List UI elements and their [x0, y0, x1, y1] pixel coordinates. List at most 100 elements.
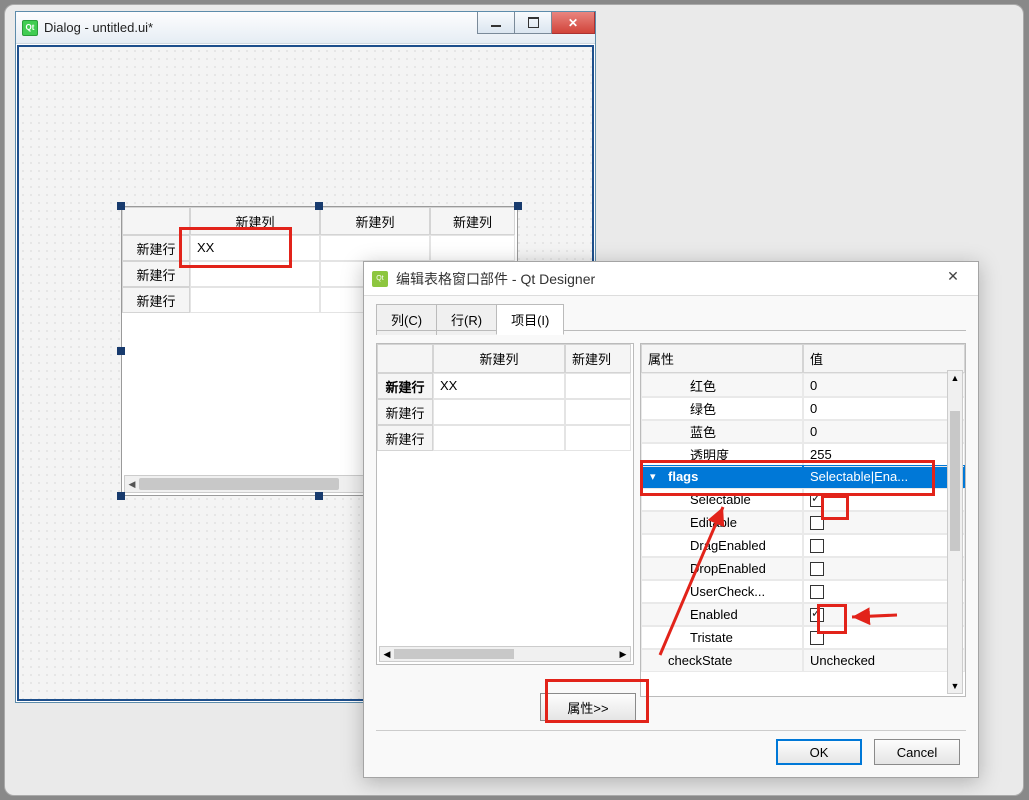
prop-label: Editable: [641, 511, 803, 534]
checkbox-icon[interactable]: [810, 562, 824, 576]
prop-label: DragEnabled: [641, 534, 803, 557]
resize-handle[interactable]: [117, 202, 125, 210]
checkbox-icon[interactable]: [810, 631, 824, 645]
prop-row-usercheck[interactable]: UserCheck...: [641, 580, 965, 603]
checkbox-icon[interactable]: [810, 539, 824, 553]
prop-row-red[interactable]: 红色 0: [641, 373, 965, 396]
prop-row-tristate[interactable]: Tristate: [641, 626, 965, 649]
cell-1-0[interactable]: [190, 261, 320, 287]
resize-handle[interactable]: [117, 347, 125, 355]
resize-handle[interactable]: [315, 492, 323, 500]
qt-designer-icon: [372, 271, 388, 287]
col-header-1[interactable]: 新建列: [320, 207, 430, 235]
resize-handle[interactable]: [315, 202, 323, 210]
row-header-1[interactable]: 新建行: [122, 261, 190, 287]
row-header-0[interactable]: 新建行: [122, 235, 190, 261]
properties-toggle-button[interactable]: 属性>>: [540, 693, 636, 721]
prop-header-name[interactable]: 属性: [641, 344, 803, 373]
col-header-2[interactable]: 新建列: [430, 207, 515, 235]
modal-cell-0-1[interactable]: [565, 373, 631, 399]
scroll-up-icon[interactable]: ▲: [948, 371, 962, 385]
modal-row-header-1[interactable]: 新建行: [377, 399, 433, 425]
prop-label: checkState: [641, 649, 803, 672]
prop-row-editable[interactable]: Editable: [641, 511, 965, 534]
prop-row-selectable[interactable]: Selectable: [641, 488, 965, 511]
modal-title: 编辑表格窗口部件 - Qt Designer: [396, 269, 595, 289]
checkbox-icon[interactable]: [810, 516, 824, 530]
scroll-thumb[interactable]: [139, 478, 339, 490]
prop-row-enabled[interactable]: Enabled: [641, 603, 965, 626]
prop-value[interactable]: [803, 534, 965, 557]
modal-cell-0-0[interactable]: XX: [433, 373, 565, 399]
modal-col-header-0[interactable]: 新建列: [433, 344, 565, 373]
checkbox-icon[interactable]: [810, 585, 824, 599]
prop-label: UserCheck...: [641, 580, 803, 603]
modal-cell-2-1[interactable]: [565, 425, 631, 451]
cancel-button[interactable]: Cancel: [874, 739, 960, 765]
close-button[interactable]: [551, 12, 595, 34]
modal-cell-2-0[interactable]: [433, 425, 565, 451]
scroll-left-icon[interactable]: ◀: [380, 647, 394, 661]
prop-value[interactable]: 0: [803, 419, 965, 444]
prop-value[interactable]: [803, 580, 965, 603]
prop-label: Tristate: [641, 626, 803, 649]
resize-handle[interactable]: [514, 202, 522, 210]
cell-0-0[interactable]: XX: [190, 235, 320, 261]
edit-table-dialog: 编辑表格窗口部件 - Qt Designer 列(C) 行(R) 项目(I) 新…: [363, 261, 979, 778]
cell-2-0[interactable]: [190, 287, 320, 313]
modal-cell-1-1[interactable]: [565, 399, 631, 425]
modal-titlebar[interactable]: 编辑表格窗口部件 - Qt Designer: [364, 262, 978, 296]
cell-0-2[interactable]: [430, 235, 515, 261]
scroll-left-icon[interactable]: ◀: [125, 476, 139, 492]
prop-value[interactable]: Selectable|Ena...: [803, 465, 965, 488]
minimize-button[interactable]: [477, 12, 515, 34]
prop-row-blue[interactable]: 蓝色 0: [641, 419, 965, 442]
prop-value[interactable]: [803, 557, 965, 580]
tab-items[interactable]: 项目(I): [496, 304, 564, 335]
prop-value[interactable]: [803, 603, 965, 626]
scroll-down-icon[interactable]: ▼: [948, 679, 962, 693]
prop-row-flags[interactable]: ▾flags Selectable|Ena...: [641, 465, 965, 488]
prop-value[interactable]: 0: [803, 396, 965, 421]
modal-col-header-1[interactable]: 新建列: [565, 344, 631, 373]
screenshot-frame: Dialog - untitled.ui* 新建列 新建列 新建列 新建行 XX: [4, 4, 1024, 796]
prop-value[interactable]: Unchecked: [803, 649, 965, 672]
maximize-button[interactable]: [514, 12, 552, 34]
modal-separator: [376, 730, 966, 731]
prop-row-checkstate[interactable]: checkState Unchecked: [641, 649, 965, 672]
modal-cell-1-0[interactable]: [433, 399, 565, 425]
scroll-thumb[interactable]: [394, 649, 514, 659]
prop-row-green[interactable]: 绿色 0: [641, 396, 965, 419]
modal-close-button[interactable]: [938, 268, 968, 285]
checkbox-icon[interactable]: [810, 493, 824, 507]
prop-label: 蓝色: [641, 419, 803, 444]
prop-value[interactable]: [803, 626, 965, 649]
cell-0-1[interactable]: [320, 235, 430, 261]
checkbox-icon[interactable]: [810, 608, 824, 622]
modal-row-header-2[interactable]: 新建行: [377, 425, 433, 451]
modal-preview-table[interactable]: 新建列 新建列 新建行 XX 新建行 新建行: [376, 343, 634, 665]
prop-header-value[interactable]: 值: [803, 344, 965, 373]
scroll-right-icon[interactable]: ▶: [616, 647, 630, 661]
prop-label: ▾flags: [641, 465, 803, 488]
prop-value[interactable]: 255: [803, 442, 965, 467]
prop-row-alpha[interactable]: 透明度 255: [641, 442, 965, 465]
modal-table-corner: [377, 344, 433, 373]
scroll-thumb[interactable]: [950, 411, 960, 551]
prop-value[interactable]: [803, 488, 965, 511]
modal-table-hscrollbar[interactable]: ◀ ▶: [379, 646, 631, 662]
modal-row-header-0[interactable]: 新建行: [377, 373, 433, 399]
col-header-0[interactable]: 新建列: [190, 207, 320, 235]
proptree-vscrollbar[interactable]: ▲ ▼: [947, 370, 963, 694]
prop-label: Enabled: [641, 603, 803, 626]
prop-value[interactable]: 0: [803, 373, 965, 398]
resize-handle[interactable]: [117, 492, 125, 500]
row-header-2[interactable]: 新建行: [122, 287, 190, 313]
chevron-down-icon[interactable]: ▾: [650, 470, 664, 483]
ok-button[interactable]: OK: [776, 739, 862, 765]
main-titlebar[interactable]: Dialog - untitled.ui*: [16, 12, 595, 44]
prop-row-dropenabled[interactable]: DropEnabled: [641, 557, 965, 580]
prop-value[interactable]: [803, 511, 965, 534]
prop-row-dragenabled[interactable]: DragEnabled: [641, 534, 965, 557]
property-tree[interactable]: 属性 值 红色 0 绿色 0 蓝色 0 透明度 255: [640, 343, 966, 697]
